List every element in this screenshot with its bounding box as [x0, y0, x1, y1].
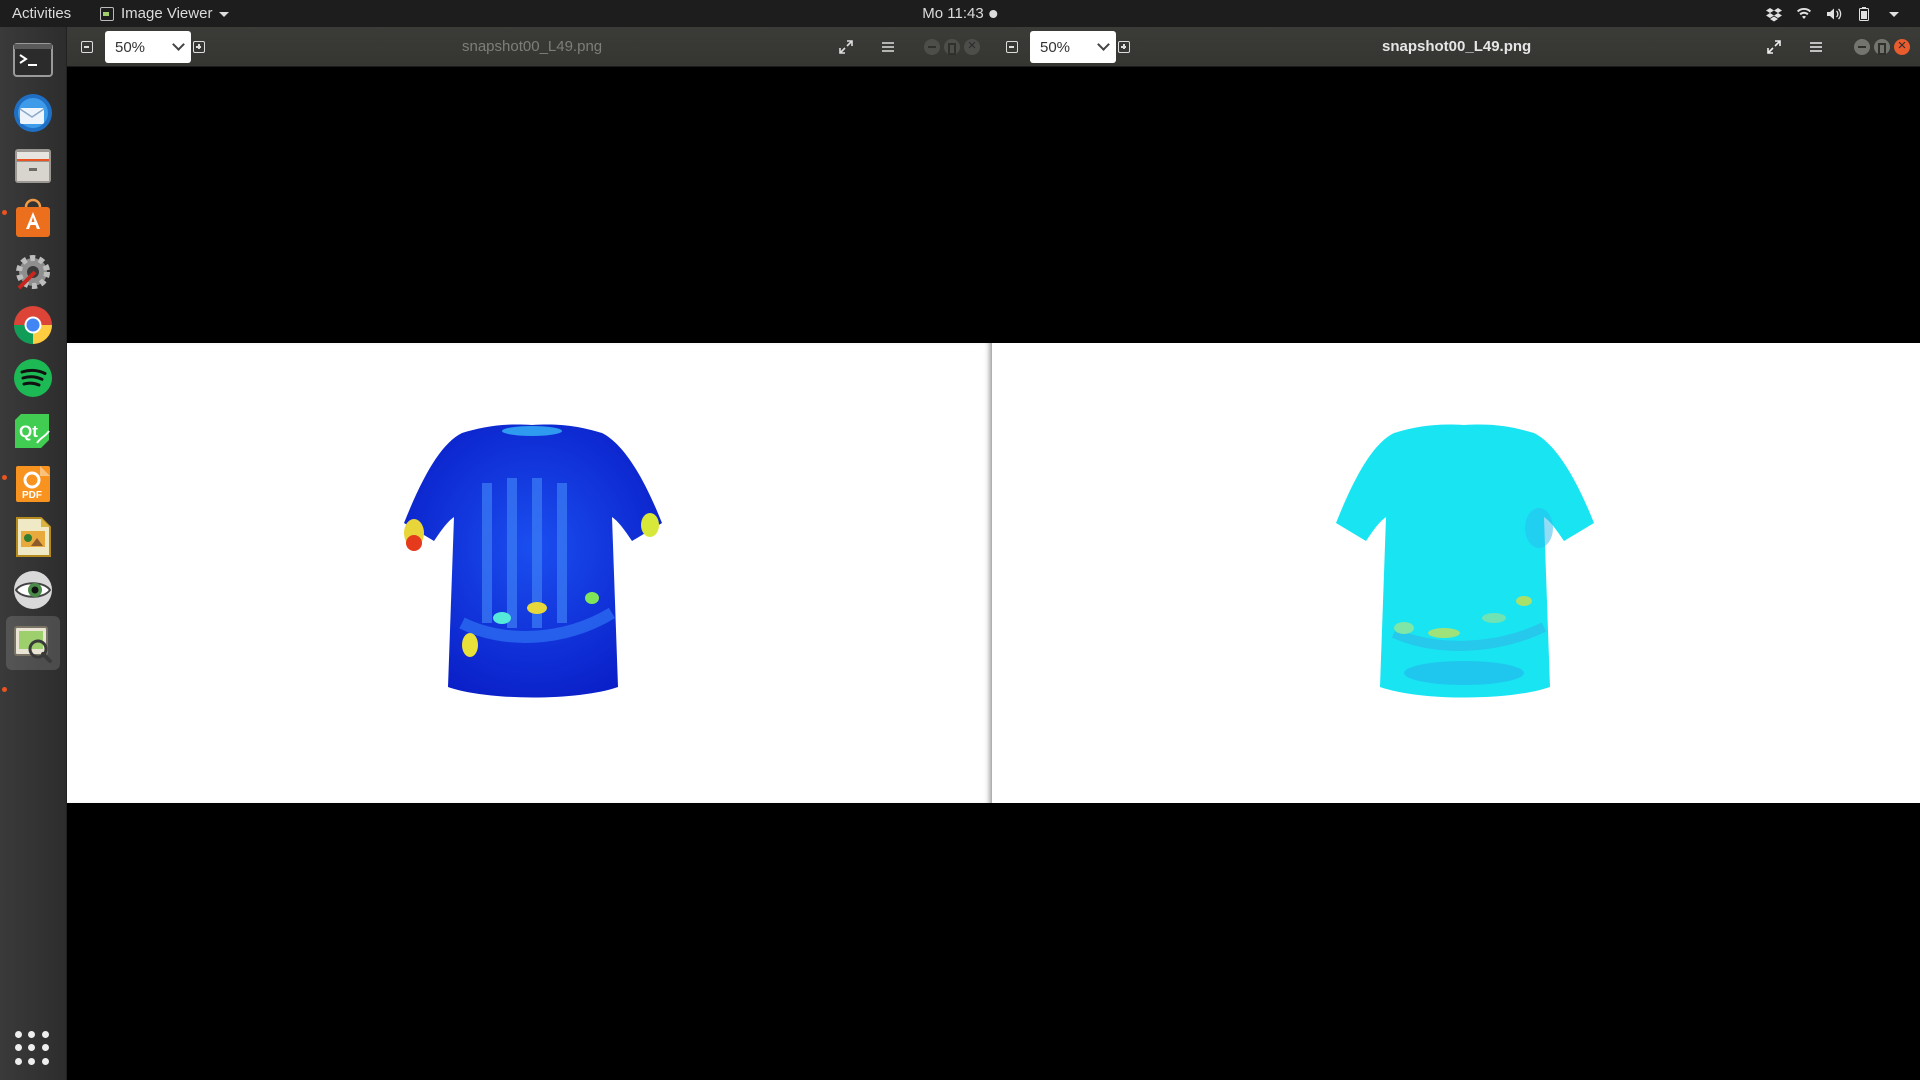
- window-title: snapshot00_L49.png: [462, 38, 603, 55]
- svg-text:PDF: PDF: [22, 490, 42, 501]
- close-button[interactable]: [1894, 37, 1910, 55]
- software-center-icon: [16, 198, 50, 237]
- dock-item-thunderbird[interactable]: [6, 86, 60, 140]
- notification-dot-icon: [989, 9, 998, 18]
- zoom-in-button[interactable]: [1112, 35, 1136, 59]
- thunderbird-mail-icon: [14, 94, 52, 132]
- image-viewer-window-right[interactable]: 50% snapshot00_L49.png: [992, 27, 1920, 1080]
- zoom-in-icon: [193, 41, 205, 53]
- chevron-down-icon: [1097, 38, 1110, 51]
- dock-item-pdf-reader[interactable]: PDF: [6, 457, 60, 511]
- menu-button[interactable]: [876, 35, 900, 59]
- files-icon: [15, 149, 51, 183]
- image-canvas[interactable]: [67, 343, 992, 803]
- eye-app-icon: [14, 571, 52, 609]
- system-menu-caret-icon[interactable]: [1886, 6, 1902, 22]
- volume-icon[interactable]: [1826, 6, 1842, 22]
- qt-creator-icon: Qt: [15, 414, 50, 448]
- fullscreen-icon: [1766, 39, 1782, 55]
- maximize-button[interactable]: [944, 39, 960, 55]
- svg-text:Qt: Qt: [19, 422, 38, 441]
- system-tray[interactable]: [1766, 0, 1902, 27]
- presentation-icon: [16, 517, 51, 557]
- dock-item-system-settings[interactable]: [6, 245, 60, 299]
- terminal-icon: [13, 43, 53, 77]
- maximize-button[interactable]: [1874, 39, 1890, 55]
- chevron-down-icon: [172, 38, 185, 51]
- launcher-dock: Qt PDF: [0, 27, 67, 1080]
- app-menu[interactable]: Image Viewer: [100, 0, 230, 27]
- dropbox-icon[interactable]: [1766, 6, 1782, 22]
- activities-button[interactable]: Activities: [12, 0, 71, 27]
- zoom-out-button[interactable]: [75, 35, 99, 59]
- menu-button[interactable]: [1804, 35, 1828, 59]
- chevron-down-icon: [219, 12, 230, 17]
- hamburger-menu-icon: [1808, 39, 1824, 55]
- minimize-button[interactable]: [924, 39, 940, 55]
- image-viewer-app-icon: [100, 6, 114, 21]
- fullscreen-icon: [838, 39, 854, 55]
- zoom-combo[interactable]: 50%: [105, 31, 191, 63]
- window-title: snapshot00_L49.png: [1382, 38, 1532, 55]
- dock-item-spotify[interactable]: [6, 351, 60, 405]
- dock-item-eye[interactable]: [6, 563, 60, 617]
- image-viewer-window-left[interactable]: 50% snapshot00_L49.png: [67, 27, 992, 1080]
- zoom-value: 50%: [1040, 38, 1071, 56]
- zoom-in-button[interactable]: [187, 35, 211, 59]
- battery-icon[interactable]: [1856, 6, 1872, 22]
- tshirt-heatmap-image: [1336, 424, 1594, 698]
- system-settings-icon: [16, 255, 50, 290]
- running-indicator-image-viewer: [2, 687, 7, 692]
- zoom-out-icon: [1006, 41, 1018, 53]
- top-bar: Activities Image Viewer Mo 11:43: [0, 0, 1920, 27]
- fullscreen-button[interactable]: [834, 35, 858, 59]
- dock-item-chrome[interactable]: [6, 298, 60, 352]
- dock-item-terminal[interactable]: [6, 33, 60, 87]
- app-menu-label: Image Viewer: [121, 5, 213, 22]
- dock-item-qt-creator[interactable]: Qt: [6, 404, 60, 458]
- zoom-combo[interactable]: 50%: [1030, 31, 1116, 63]
- spotify-icon: [14, 359, 52, 397]
- dock-item-impress[interactable]: [6, 510, 60, 564]
- clock-label: Mo 11:43: [922, 5, 984, 22]
- hamburger-menu-icon: [880, 39, 896, 55]
- zoom-value: 50%: [115, 38, 146, 56]
- header-bar: 50% snapshot00_L49.png: [992, 27, 1920, 67]
- clock[interactable]: Mo 11:43: [922, 0, 998, 27]
- pdf-reader-icon: PDF: [16, 466, 50, 502]
- tshirt-heatmap-image: [404, 424, 662, 698]
- dock-item-software-center[interactable]: [6, 192, 60, 246]
- minimize-button[interactable]: [1854, 39, 1870, 55]
- chrome-icon: [13, 306, 52, 345]
- show-applications-icon[interactable]: [14, 1030, 50, 1066]
- dock-item-files[interactable]: [6, 139, 60, 193]
- window-controls: [924, 37, 980, 55]
- header-bar: 50% snapshot00_L49.png: [67, 27, 992, 67]
- image-viewer-icon: [14, 626, 52, 663]
- zoom-in-icon: [1118, 41, 1130, 53]
- zoom-out-button[interactable]: [1000, 35, 1024, 59]
- running-indicator-files: [2, 210, 7, 215]
- zoom-out-icon: [81, 41, 93, 53]
- running-indicator-qt-creator: [2, 475, 7, 480]
- image-canvas[interactable]: [992, 343, 1920, 803]
- dock-item-image-viewer[interactable]: [6, 616, 60, 670]
- fullscreen-button[interactable]: [1762, 35, 1786, 59]
- close-button[interactable]: [964, 37, 980, 55]
- window-controls: [1854, 37, 1910, 55]
- wifi-icon[interactable]: [1796, 6, 1812, 22]
